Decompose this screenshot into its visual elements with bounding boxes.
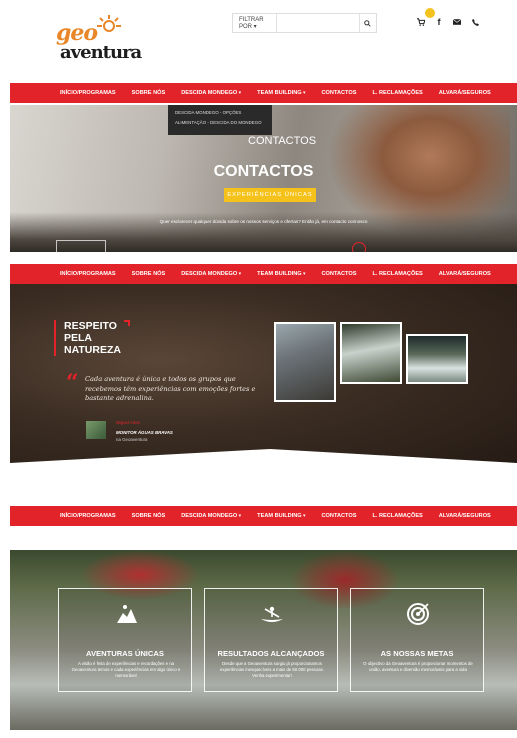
adventure-features-section: AVENTURAS ÚNICAS A visão é feita de expe… (10, 550, 517, 730)
hero-slider-dot[interactable] (352, 242, 366, 252)
respect-heading: RESPEITO PELA NATUREZA (54, 320, 121, 356)
quote-icon: “ (66, 370, 79, 396)
nav-sobre-nos[interactable]: SOBRE NÓS (132, 90, 166, 96)
nav-sobre-nos[interactable]: SOBRE NÓS (132, 271, 166, 277)
hero-subtitle: Quer esclarecer qualquer dúvida sobre os… (159, 219, 368, 224)
feature-card-text: A visão é feita de experiências e record… (71, 661, 181, 679)
hero-image-alt-text: CONTACTOS (248, 135, 317, 147)
feature-card-aventuras[interactable]: AVENTURAS ÚNICAS A visão é feita de expe… (58, 588, 192, 692)
nav-sobre-nos[interactable]: SOBRE NÓS (132, 513, 166, 519)
nav-contactos[interactable]: CONTACTOS (322, 513, 357, 519)
mail-button[interactable] (450, 14, 464, 30)
author-name: Miguel Aires (116, 420, 140, 425)
feature-card-title: AS NOSSAS METAS (380, 649, 454, 658)
kayak-icon (257, 601, 287, 627)
dropdown-item-alimentacao[interactable]: ALIMENTAÇÃO - DESCIDA DO MONDEGO (168, 115, 272, 125)
respect-line-1: RESPEITO (64, 320, 117, 332)
author-avatar (86, 421, 106, 439)
nav-alvara-seguros[interactable]: ALVARÁ/SEGUROS (439, 271, 491, 277)
search-button[interactable] (358, 14, 376, 32)
geoaventura-logo[interactable]: geo aventura (50, 12, 142, 68)
author-title: MONITOR ÁGUAS BRAVAS (116, 430, 173, 435)
gallery-photo-waterfall[interactable] (340, 322, 402, 384)
cart-button[interactable] (414, 8, 435, 30)
main-nav-2: INÍCIO/PROGRAMAS SOBRE NÓS DESCIDA MONDE… (10, 264, 517, 284)
respect-nature-section: RESPEITO PELA NATUREZA “ Cada aventura é… (10, 284, 517, 474)
dropdown-item-opcoes[interactable]: DESCIDA MONDEGO - OPÇÕES (168, 105, 272, 115)
nav-contactos[interactable]: CONTACTOS (322, 90, 357, 96)
feature-card-title: RESULTADOS ALCANÇADOS (217, 649, 325, 658)
main-nav-1: INÍCIO/PROGRAMAS SOBRE NÓS DESCIDA MONDE… (10, 83, 517, 103)
nav-livro-reclamacoes[interactable]: L. RECLAMAÇÕES (372, 513, 422, 519)
nav-inicio-programas[interactable]: INÍCIO/PROGRAMAS (60, 513, 116, 519)
feature-card-text: O objectivo da Geoaventura é proporciona… (363, 661, 473, 673)
phone-button[interactable] (468, 14, 482, 30)
main-nav-3: INÍCIO/PROGRAMAS SOBRE NÓS DESCIDA MONDE… (10, 506, 517, 526)
section-wave-divider (10, 449, 517, 474)
gallery-photo-kayak[interactable] (406, 334, 468, 384)
search-input[interactable] (276, 14, 359, 32)
nav-alvara-seguros[interactable]: ALVARÁ/SEGUROS (439, 90, 491, 96)
nav-contactos[interactable]: CONTACTOS (322, 271, 357, 277)
facebook-icon: f (437, 17, 441, 27)
feature-card-metas[interactable]: AS NOSSAS METAS O objectivo da Geoaventu… (350, 588, 484, 692)
nav-descida-mondego[interactable]: DESCIDA MONDEGO (181, 513, 241, 519)
tower-climb-icon (111, 601, 141, 627)
page: geo aventura FILTRAR POR ▾ f INÍCIO/PROG… (0, 0, 517, 738)
hero-tagline: EXPERIÊNCIAS ÚNICAS (224, 188, 316, 202)
descida-mondego-dropdown: DESCIDA MONDEGO - OPÇÕES ALIMENTAÇÃO - D… (168, 105, 272, 135)
filter-dropdown[interactable]: FILTRAR POR ▾ (233, 14, 277, 32)
hero-outline-button[interactable] (56, 240, 106, 252)
feature-card-resultados[interactable]: RESULTADOS ALCANÇADOS Desde que a Geoave… (204, 588, 338, 692)
search-filter-bar: FILTRAR POR ▾ (232, 13, 377, 33)
nav-inicio-programas[interactable]: INÍCIO/PROGRAMAS (60, 90, 116, 96)
nav-livro-reclamacoes[interactable]: L. RECLAMAÇÕES (372, 90, 422, 96)
logo-text-aventura: aventura (60, 42, 142, 63)
mail-icon (453, 19, 461, 25)
feature-card-text: Desde que a Geoaventura surgiu já propor… (220, 661, 324, 679)
header-icons: f (414, 8, 482, 30)
nav-inicio-programas[interactable]: INÍCIO/PROGRAMAS (60, 271, 116, 277)
feature-card-title: AVENTURAS ÚNICAS (86, 649, 164, 658)
search-icon (364, 19, 371, 27)
author-subtitle: na Geoaventura (116, 437, 148, 442)
site-header: geo aventura FILTRAR POR ▾ f (0, 0, 517, 80)
respect-line-3: NATUREZA (64, 344, 121, 356)
testimonial-quote: Cada aventura é única e todos os grupos … (85, 375, 256, 402)
respect-line-2: PELA (64, 332, 93, 344)
nav-descida-mondego[interactable]: DESCIDA MONDEGO (181, 271, 241, 277)
sun-logo-icon (97, 15, 121, 32)
nav-livro-reclamacoes[interactable]: L. RECLAMAÇÕES (372, 271, 422, 277)
nav-alvara-seguros[interactable]: ALVARÁ/SEGUROS (439, 513, 491, 519)
red-corner-accent (124, 320, 130, 326)
cart-icon (417, 18, 425, 26)
nav-team-building[interactable]: TEAM BUILDING (257, 513, 305, 519)
phone-icon (471, 18, 479, 26)
facebook-button[interactable]: f (432, 14, 446, 30)
nav-team-building[interactable]: TEAM BUILDING (257, 271, 305, 277)
nav-team-building[interactable]: TEAM BUILDING (257, 90, 305, 96)
nav-descida-mondego[interactable]: DESCIDA MONDEGO (181, 90, 241, 96)
hero-title: CONTACTOS (213, 163, 314, 180)
gallery-photo-climbing[interactable] (274, 322, 336, 402)
target-icon (403, 601, 433, 627)
